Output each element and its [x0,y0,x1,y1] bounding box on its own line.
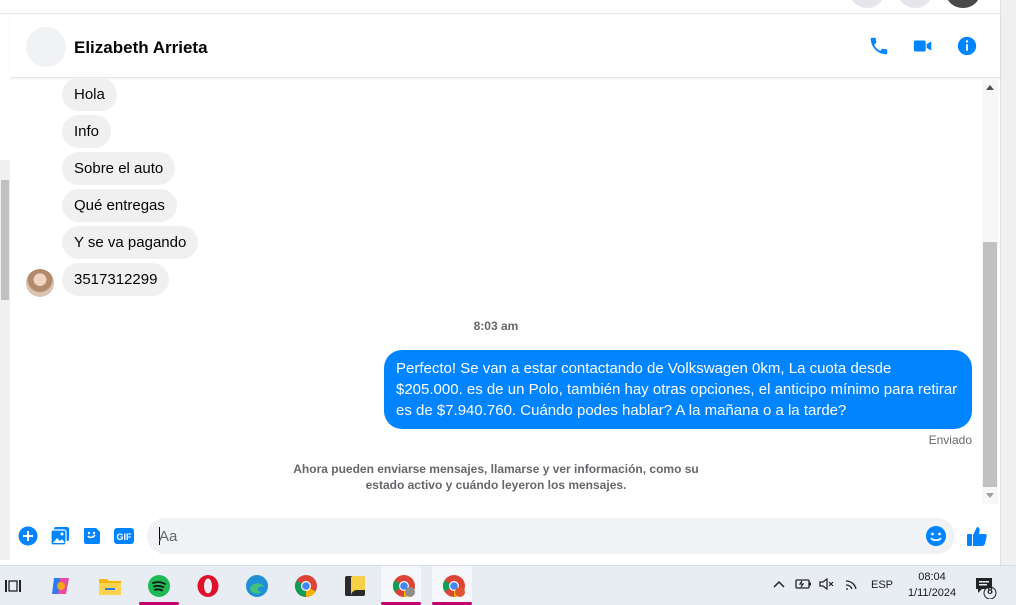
message-list: Hola Info Sobre el auto Qué entregas Y s… [10,79,982,509]
page-scrollbar[interactable] [0,160,10,560]
incoming-message[interactable]: Hola [62,79,117,111]
info-icon[interactable] [955,34,979,58]
message-input-box[interactable] [147,518,955,554]
incoming-message[interactable]: 3517312299 [62,263,170,296]
gif-icon[interactable]: GIF [113,525,135,547]
page-top-bar [0,0,1016,14]
chrome-profile-2-icon[interactable] [441,573,467,599]
contact-avatar[interactable] [26,27,66,67]
window-scrollbar[interactable] [1000,0,1016,565]
outgoing-message[interactable]: Perfecto! Se van a estar contactando de … [384,350,972,429]
notification-center-icon[interactable]: 8 [973,575,997,600]
message-input[interactable] [159,518,919,554]
chat-window: Elizabeth Arrieta Hola Info Sobre el aut… [10,15,1000,565]
scroll-down-arrow-icon[interactable] [986,493,994,498]
language-indicator[interactable]: ESP [871,579,893,591]
incoming-message[interactable]: Qué entregas [62,189,177,222]
incoming-message[interactable]: Sobre el auto [62,152,176,185]
task-view-icon[interactable] [0,573,26,599]
battery-icon[interactable] [794,577,812,594]
encryption-notice: Ahora pueden enviarse mensajes, llamarse… [293,462,699,492]
top-notifications-button[interactable] [898,0,932,8]
chrome-icon[interactable] [293,573,319,599]
message-timestamp: 8:03 am [473,319,519,333]
sticky-notes-icon[interactable] [342,573,368,599]
account-avatar[interactable] [946,0,980,8]
emoji-icon[interactable] [925,525,947,547]
chevron-up-icon[interactable] [772,577,786,594]
image-icon[interactable] [49,525,71,547]
chat-header: Elizabeth Arrieta [10,15,1000,78]
top-menu-button[interactable] [850,0,884,8]
contact-small-avatar[interactable] [26,269,54,297]
scroll-up-arrow-icon[interactable] [986,85,994,90]
opera-icon[interactable] [195,573,221,599]
phone-icon[interactable] [867,34,891,58]
gif-label: GIF [117,532,133,542]
chrome-profile-1-icon[interactable] [391,573,417,599]
contact-name[interactable]: Elizabeth Arrieta [74,38,208,58]
page-scrollbar-thumb[interactable] [1,180,9,300]
wifi-icon[interactable] [844,577,860,594]
edge-icon[interactable] [244,573,270,599]
video-camera-icon[interactable] [911,34,935,58]
taskbar: ESP 08:04 1/11/2024 8 [0,565,1016,605]
plus-icon[interactable] [17,525,39,547]
sticker-icon[interactable] [81,525,103,547]
volume-muted-icon[interactable] [818,577,836,594]
chat-scrollbar[interactable] [982,79,998,504]
notification-count: 8 [987,586,993,597]
system-clock[interactable]: 08:04 1/11/2024 [898,569,966,601]
file-explorer-icon[interactable] [97,573,123,599]
chat-scrollbar-thumb[interactable] [983,242,997,487]
incoming-message[interactable]: Info [62,115,112,148]
clock-time: 08:04 [918,571,946,583]
message-status: Enviado [928,433,972,447]
clock-date: 1/11/2024 [907,587,957,599]
thumbs-up-icon[interactable] [965,525,989,547]
message-composer: GIF [10,515,1000,559]
spotify-icon[interactable] [146,573,172,599]
copilot-icon[interactable] [48,573,74,599]
incoming-message[interactable]: Y se va pagando [62,226,199,259]
